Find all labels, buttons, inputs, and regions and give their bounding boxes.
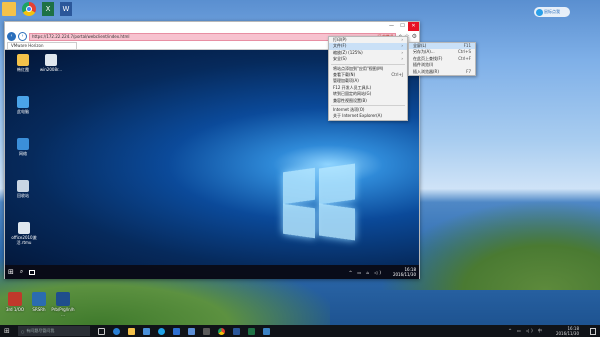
photos-icon[interactable] — [187, 327, 195, 335]
ie-file-submenu: 全屏(L) F11 另存为(A)... Ctrl+S 在此页上查找(F) Ctrl+F 插件… — [408, 42, 476, 76]
windows-logo-wallpaper — [283, 160, 355, 241]
vm-icon-this-pc[interactable]: 此电脑 — [11, 96, 35, 114]
excel-icon[interactable] — [247, 327, 255, 335]
search-placeholder: 有问题尽管问我 — [26, 328, 55, 333]
vm-tray-icons[interactable]: ^ ▭ ⌂ ◁) — [349, 270, 383, 275]
folder-icon[interactable] — [2, 2, 16, 16]
notification-icon — [536, 8, 543, 16]
host-clock[interactable]: 16:18 2016/11/30 — [556, 326, 579, 336]
pdf-icon — [56, 292, 70, 306]
back-button[interactable]: ‹ — [7, 32, 16, 41]
forward-button[interactable]: › — [18, 32, 27, 41]
computer-icon — [32, 292, 46, 306]
word-icon[interactable]: W — [60, 2, 72, 16]
close-button[interactable]: ✕ — [408, 22, 419, 31]
vm-search-icon[interactable]: ⌕ — [20, 268, 23, 276]
notification-center-icon[interactable] — [590, 327, 596, 335]
host-taskbar: ⊞ ○ 有问题尽管问我 ^ ▭ ◁) 中 16:18 2016/11/30 — [0, 325, 600, 337]
mail-icon[interactable] — [172, 327, 180, 335]
recycle-bin-icon — [17, 180, 29, 192]
vm-icon[interactable] — [262, 327, 270, 335]
maximize-button[interactable]: ☐ — [397, 22, 408, 31]
edge-icon[interactable] — [112, 327, 120, 335]
vmware-icon[interactable] — [202, 327, 210, 335]
vm-taskbar: ⊞ ⌕ ^ ▭ ⌂ ◁) 16:18 2016/11/30 — [5, 265, 419, 279]
ie-icon[interactable] — [157, 327, 165, 335]
explorer-icon[interactable] — [127, 327, 135, 335]
task-view-icon[interactable] — [97, 327, 105, 335]
file-icon — [45, 54, 57, 66]
menu-item-label: 插入浏览器(R) — [413, 68, 439, 74]
settings-gear-icon[interactable]: ⚙ — [412, 33, 417, 40]
vm-icon-office-shortcut[interactable]: office2010激活.rtmu — [9, 222, 39, 245]
computer-icon — [17, 96, 29, 108]
menu-item-label: 关于 Internet Explorer(A) — [333, 113, 382, 119]
search-input[interactable]: ○ 有问题尽管问我 — [17, 326, 90, 336]
notification-pill[interactable]: 鼠标点我 — [534, 7, 570, 17]
menu-item[interactable]: 插入浏览器(R) F7 — [409, 69, 475, 75]
vm-icon-file[interactable]: win2008r... — [39, 54, 63, 72]
chrome-icon[interactable] — [217, 327, 225, 335]
vm-icon-user-folder[interactable]: 韩红霞 — [11, 54, 35, 72]
menu-item-shortcut: › — [401, 56, 403, 62]
vm-icon-network[interactable]: 网络 — [11, 138, 35, 156]
vm-icon-recycle-bin[interactable]: 回收站 — [11, 180, 35, 198]
menu-item-shortcut — [397, 113, 403, 119]
minimize-button[interactable]: — — [386, 22, 397, 31]
excel-icon[interactable]: X — [42, 2, 54, 16]
vm-task-view-icon[interactable] — [29, 269, 36, 275]
notification-label: 鼠标点我 — [544, 9, 560, 14]
store-icon[interactable] — [142, 327, 150, 335]
word-icon[interactable] — [232, 327, 240, 335]
user-folder-icon — [17, 54, 29, 66]
menu-separator — [331, 104, 405, 106]
menu-separator — [331, 63, 405, 65]
vm-clock[interactable]: 16:18 2016/11/30 — [393, 267, 416, 277]
tab-vmware-horizon[interactable]: VMware Horizon — [7, 42, 77, 49]
address-url: https://172.22.224.7/portal/webclient/in… — [32, 34, 130, 39]
document-icon — [18, 222, 30, 234]
host-desktop-icon-recycle[interactable]: 3rd 1/OO — [2, 292, 28, 312]
vm-start-icon[interactable]: ⊞ — [8, 268, 14, 276]
host-desktop-icon-computer[interactable]: SRSRh — [26, 292, 52, 312]
chrome-icon[interactable] — [22, 2, 36, 16]
tray-icons[interactable]: ^ ▭ ◁) 中 — [508, 328, 544, 334]
recycle-icon — [8, 292, 22, 306]
menu-item[interactable]: 关于 Internet Explorer(A) — [329, 113, 407, 119]
network-icon — [17, 138, 29, 150]
host-desktop-icon-pdf[interactable]: Prb/Prg/ln/h ... — [50, 292, 76, 317]
start-icon[interactable]: ⊞ — [4, 327, 10, 335]
menu-item-label: 兼容性视图设置(B) — [333, 97, 367, 103]
menu-item-shortcut: F7 — [466, 68, 471, 74]
menu-item[interactable]: 安全(S) › — [329, 56, 407, 62]
search-icon: ○ — [20, 328, 25, 334]
host-top-quick-bar: X W — [2, 2, 72, 16]
ie-tools-menu: 打印(P) › 文件(F) › 缩放(Z) (125%) › 安全(S) › 将站点添加到"应用… — [328, 36, 408, 121]
menu-item-shortcut — [397, 98, 403, 104]
menu-item[interactable]: 兼容性视图设置(B) — [329, 98, 407, 104]
menu-item-label: 安全(S) — [333, 56, 347, 62]
ie-titlebar: — ☐ ✕ — [5, 22, 419, 31]
